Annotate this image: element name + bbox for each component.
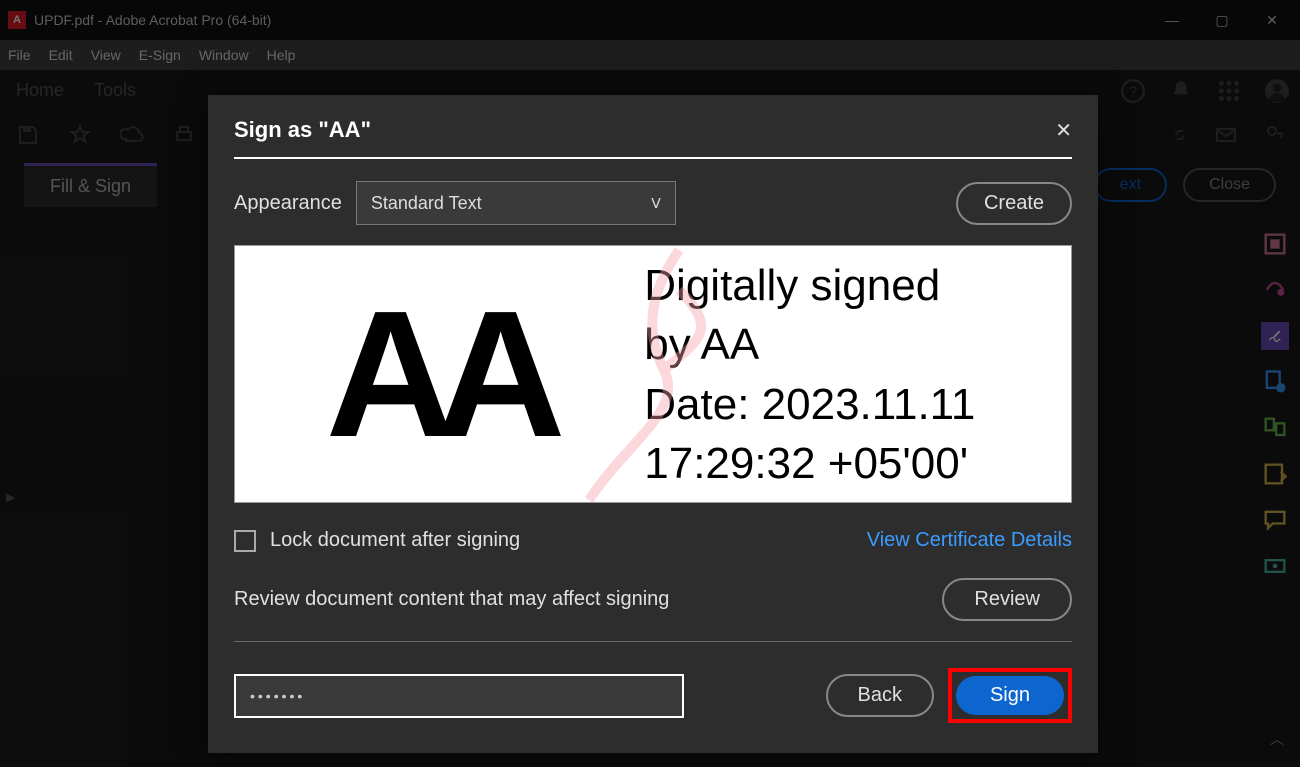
preview-initials: AA bbox=[326, 271, 546, 478]
preview-line-1: Digitally signed bbox=[644, 256, 1063, 315]
separator bbox=[234, 641, 1072, 642]
lock-document-checkbox[interactable] bbox=[234, 530, 256, 552]
signature-preview: AA Digitally signed by AA Date: 2023.11.… bbox=[234, 245, 1072, 503]
signature-password-input[interactable] bbox=[234, 674, 684, 718]
sign-dialog: Sign as "AA" ✕ Appearance Standard Text … bbox=[208, 95, 1098, 753]
appearance-dropdown[interactable]: Standard Text ᐯ bbox=[356, 181, 676, 225]
view-certificate-link[interactable]: View Certificate Details bbox=[867, 529, 1072, 552]
back-button[interactable]: Back bbox=[826, 674, 934, 717]
appearance-value: Standard Text bbox=[371, 193, 482, 214]
preview-line-4: 17:29:32 +05'00' bbox=[644, 434, 1063, 493]
preview-line-2: by AA bbox=[644, 315, 1063, 374]
lock-document-label: Lock document after signing bbox=[270, 529, 520, 552]
dialog-title: Sign as "AA" bbox=[234, 117, 1055, 143]
review-content-label: Review document content that may affect … bbox=[234, 588, 669, 611]
appearance-label: Appearance bbox=[234, 192, 342, 215]
create-appearance-button[interactable]: Create bbox=[956, 182, 1072, 225]
sign-button[interactable]: Sign bbox=[956, 676, 1064, 715]
sign-button-highlight: Sign bbox=[948, 668, 1072, 723]
review-button[interactable]: Review bbox=[942, 578, 1072, 621]
chevron-down-icon: ᐯ bbox=[651, 195, 661, 212]
preview-line-3: Date: 2023.11.11 bbox=[644, 375, 1063, 434]
dialog-close-button[interactable]: ✕ bbox=[1055, 118, 1072, 143]
